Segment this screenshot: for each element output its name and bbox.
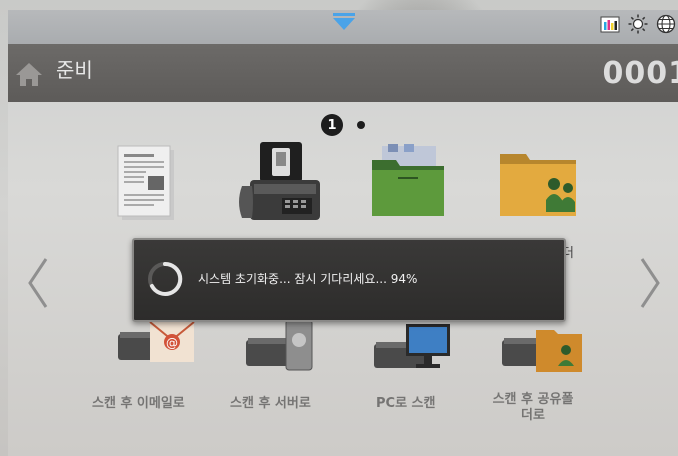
page-dot[interactable] (357, 121, 365, 129)
fax-icon[interactable] (232, 138, 324, 230)
toner-level-icon[interactable] (600, 14, 620, 34)
globe-icon[interactable] (656, 14, 676, 34)
copy-counter: 0001 (602, 56, 678, 91)
brightness-icon[interactable] (628, 14, 648, 34)
previous-page-arrow-icon[interactable] (24, 255, 52, 311)
scan-to-shared-folder-icon[interactable] (502, 316, 584, 376)
scan-to-shared-folder-label: 스캔 후 공유폴더로 (492, 392, 574, 423)
shared-folder-icon[interactable] (496, 140, 582, 224)
scan-to-pc-label: PC로 스캔 (376, 396, 436, 411)
next-page-arrow-icon[interactable] (636, 255, 664, 311)
home-icon[interactable] (14, 60, 44, 88)
status-bar (8, 10, 678, 44)
page-title: 준비 (56, 58, 93, 82)
folder-green-icon[interactable] (368, 142, 448, 220)
loading-spinner-icon (148, 261, 183, 296)
printer-touchscreen: 준비 0001 1 (8, 10, 678, 456)
initialization-message: 시스템 초기화중... 잠시 기다리세요... 94% (198, 272, 418, 286)
page-dot-active[interactable]: 1 (321, 114, 343, 136)
header-bar: 준비 0001 (8, 44, 678, 102)
scan-to-server-icon[interactable] (242, 316, 322, 374)
scan-to-server-label: 스캔 후 서버로 (230, 396, 311, 411)
scan-to-email-label: 스캔 후 이메일로 (92, 396, 185, 411)
copy-icon[interactable] (112, 142, 178, 224)
scan-to-pc-icon[interactable] (372, 318, 454, 374)
initialization-dialog: 시스템 초기화중... 잠시 기다리세요... 94% (132, 238, 566, 322)
svg-text:@: @ (166, 336, 178, 350)
pulldown-arrow-icon[interactable] (331, 10, 357, 32)
page-indicator: 1 (321, 114, 365, 136)
